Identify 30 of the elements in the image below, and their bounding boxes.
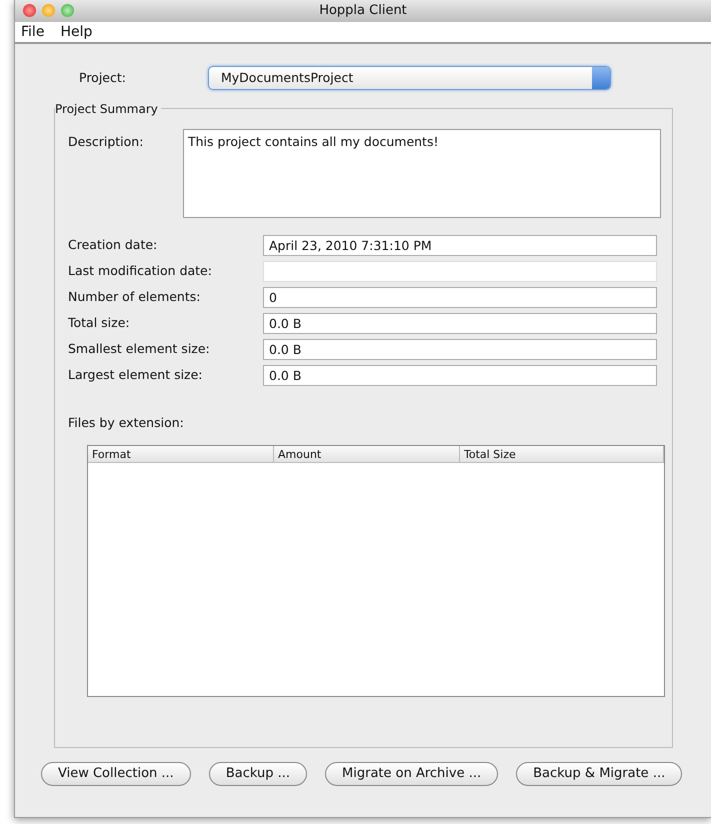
action-button[interactable]: Backup & Migrate ... <box>516 762 682 786</box>
field-label: Project: <box>78 68 127 87</box>
text-field[interactable]: 0.0 B <box>263 313 657 334</box>
field-label: Total size: <box>67 314 131 332</box>
close-button[interactable] <box>23 4 36 17</box>
text-field[interactable] <box>263 261 657 282</box>
text-field[interactable]: 0.0 B <box>263 365 657 386</box>
section-label: Files by extension: <box>67 414 185 432</box>
action-button[interactable]: Migrate on Archive ... <box>325 762 498 786</box>
zoom-button[interactable] <box>61 4 74 17</box>
field-label: Largest element size: <box>67 366 204 384</box>
column-header[interactable]: Total Size <box>460 446 664 462</box>
field-label: Creation date: <box>67 236 158 254</box>
action-button[interactable]: View Collection ... <box>41 762 191 786</box>
text-field[interactable]: April 23, 2010 7:31:10 PM <box>263 235 657 256</box>
field-label: Smallest element size: <box>67 340 211 358</box>
column-header[interactable]: Amount <box>274 446 460 462</box>
action-button[interactable]: Backup ... <box>208 762 308 786</box>
text-field[interactable]: 0 <box>263 287 657 308</box>
field-label: Description: <box>67 133 144 151</box>
field-label: Number of elements: <box>67 288 202 306</box>
minimize-button[interactable] <box>42 4 55 17</box>
window-title: Hoppla Client <box>319 2 407 20</box>
project-dropdown[interactable]: MyDocumentsProject <box>208 66 611 90</box>
field-label: Last modification date: <box>67 262 213 280</box>
text-field[interactable]: 0.0 B <box>263 339 657 360</box>
column-header[interactable]: Format <box>88 446 274 462</box>
menu-item[interactable]: Help <box>60 22 92 42</box>
menu-item[interactable]: File <box>21 22 44 42</box>
description-field[interactable]: This project contains all my documents! <box>183 129 661 218</box>
